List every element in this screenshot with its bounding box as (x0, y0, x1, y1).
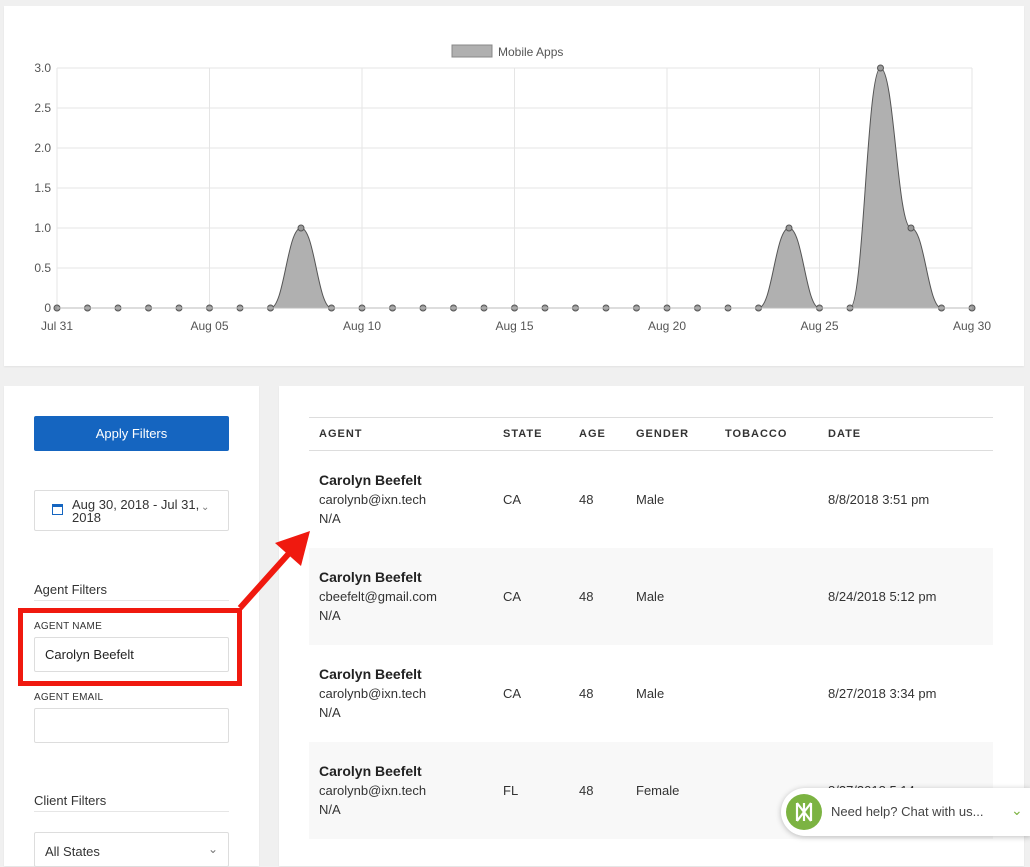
tobacco-cell (715, 645, 818, 742)
agent-extra: N/A (319, 704, 341, 720)
state-cell: CA (503, 685, 522, 701)
data-point (877, 64, 884, 72)
column-header-gender[interactable]: GENDER (626, 417, 715, 451)
x-tick-label: Aug 30 (953, 319, 991, 333)
table-header-row: AGENT STATE AGE GENDER TOBACCO DATE (309, 417, 993, 451)
x-tick-label: Aug 20 (648, 319, 686, 333)
tobacco-cell (715, 451, 818, 548)
legend-label: Mobile Apps (498, 45, 563, 59)
date-cell: 8/27/2018 3:34 pm (828, 685, 937, 701)
chevron-down-icon: ⌄ (207, 842, 218, 856)
agent-name: Carolyn Beefelt (319, 665, 422, 682)
agent-cell: Carolyn Beefelt carolynb@ixn.tech N/A (309, 741, 493, 839)
gender-cell: Male (636, 491, 665, 507)
date-cell: 8/24/2018 5:12 pm (818, 547, 993, 645)
chat-logo-icon (786, 794, 822, 830)
agent-extra: N/A (319, 510, 341, 526)
agent-email: carolynb@ixn.tech (319, 685, 427, 701)
state-cell: CA (493, 547, 569, 645)
column-header-agent[interactable]: AGENT (309, 417, 493, 451)
age-cell: 48 (579, 685, 594, 701)
chat-widget[interactable]: Need help? Chat with us... ⌄ (781, 788, 1030, 836)
agent-email-label: AGENT EMAIL (34, 692, 104, 703)
agent-cell: Carolyn Beefelt carolynb@ixn.tech N/A (309, 451, 493, 548)
activity-chart: 3.0 2.5 2.0 1.5 1.0 0.5 0 Jul 31 Aug 05 Aug 10 Aug… (34, 44, 991, 333)
divider (34, 600, 229, 601)
agent-name: Carolyn Beefelt (319, 568, 422, 585)
table-row[interactable]: Carolyn Beefelt cbeefelt@gmail.com N/A C… (309, 547, 993, 645)
agent-extra: N/A (319, 801, 341, 817)
x-tick-label: Aug 15 (495, 319, 533, 333)
legend-swatch (451, 44, 493, 58)
agent-name: Carolyn Beefelt (319, 471, 422, 488)
date-range-value: Aug 30, 2018 - Jul 31, 2018 (72, 497, 200, 525)
table-row[interactable]: Carolyn Beefelt carolynb@ixn.tech N/A CA… (309, 645, 993, 742)
data-point (297, 224, 305, 232)
age-cell: 48 (579, 491, 594, 507)
state-select-value: All States (45, 844, 100, 859)
results-table: AGENT STATE AGE GENDER TOBACCO DATE Caro… (309, 417, 993, 839)
column-header-date[interactable]: DATE (818, 417, 993, 451)
x-tick-label: Aug 05 (190, 319, 228, 333)
calendar-icon (52, 504, 63, 515)
gender-cell: Female (626, 741, 715, 839)
agent-email: cbeefelt@gmail.com (319, 588, 437, 604)
chevron-down-icon[interactable]: ⌄ (1011, 802, 1023, 819)
chevron-down-icon: ⌄ (201, 502, 210, 513)
state-cell: FL (493, 741, 569, 839)
y-tick-label: 0.5 (34, 261, 51, 275)
state-select[interactable]: All States ⌄ (34, 832, 229, 867)
agent-email: carolynb@ixn.tech (319, 782, 427, 798)
agent-name: Carolyn Beefelt (319, 762, 422, 779)
gender-cell: Male (636, 685, 665, 701)
y-tick-label: 1.0 (34, 221, 51, 235)
y-tick-label: 0 (44, 301, 51, 315)
chat-prompt: Need help? Chat with us... (831, 804, 984, 819)
client-filters-heading: Client Filters (34, 793, 107, 808)
x-tick-label: Aug 25 (800, 319, 838, 333)
data-point (785, 224, 793, 232)
agent-email: carolynb@ixn.tech (319, 491, 427, 507)
y-tick-label: 2.0 (34, 141, 51, 155)
age-cell: 48 (569, 547, 626, 645)
y-tick-label: 1.5 (34, 181, 51, 195)
date-cell: 8/8/2018 3:51 pm (828, 491, 930, 507)
agent-email-input[interactable] (34, 708, 229, 743)
divider (34, 811, 229, 812)
age-cell: 48 (569, 741, 626, 839)
table-row[interactable]: Carolyn Beefelt carolynb@ixn.tech N/A CA… (309, 451, 993, 548)
annotation-highlight-box (18, 608, 242, 686)
y-tick-label: 2.5 (34, 101, 51, 115)
agent-cell: Carolyn Beefelt cbeefelt@gmail.com N/A (309, 547, 493, 645)
state-cell: CA (503, 491, 522, 507)
agent-extra: N/A (319, 607, 341, 623)
y-tick-label: 3.0 (34, 61, 51, 75)
tobacco-cell (715, 547, 818, 645)
data-point (907, 224, 915, 232)
column-header-tobacco[interactable]: TOBACCO (715, 417, 818, 451)
column-header-state[interactable]: STATE (493, 417, 569, 451)
apply-filters-button[interactable]: Apply Filters (34, 416, 229, 451)
activity-chart-card: 3.0 2.5 2.0 1.5 1.0 0.5 0 Jul 31 Aug 05 Aug 10 Aug… (4, 6, 1024, 366)
gender-cell: Male (626, 547, 715, 645)
x-tick-label: Aug 10 (343, 319, 381, 333)
agent-cell: Carolyn Beefelt carolynb@ixn.tech N/A (309, 645, 493, 742)
x-tick-label: Jul 31 (41, 319, 73, 333)
column-header-age[interactable]: AGE (569, 417, 626, 451)
date-range-picker[interactable]: Aug 30, 2018 - Jul 31, 2018 ⌄ (34, 490, 229, 531)
agent-filters-heading: Agent Filters (34, 582, 107, 597)
